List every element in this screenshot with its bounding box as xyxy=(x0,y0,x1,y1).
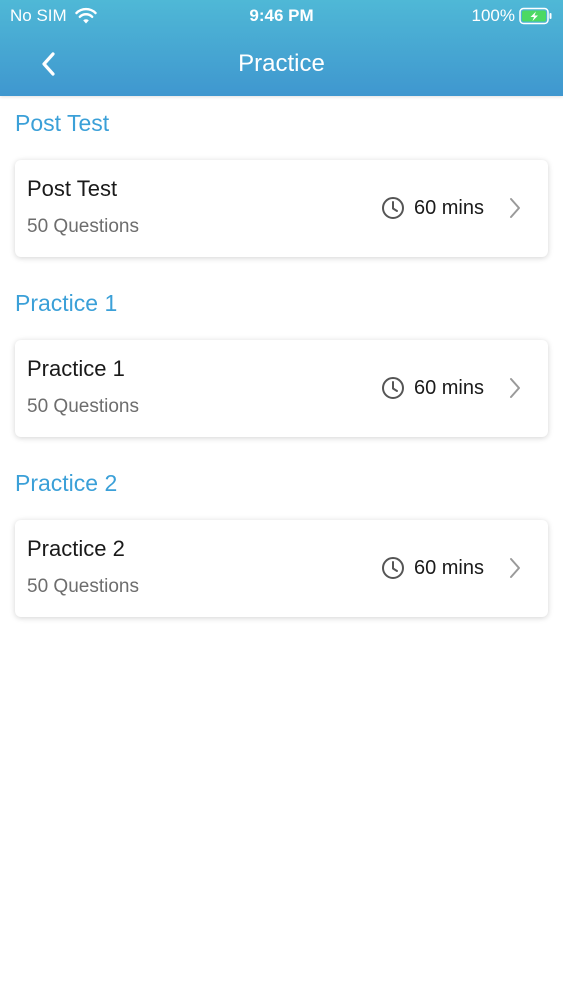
duration-label: 60 mins xyxy=(413,376,484,399)
page-title: Practice xyxy=(238,50,325,77)
card-duration: 60 mins xyxy=(381,196,522,220)
chevron-right-icon xyxy=(510,558,520,578)
section-post-test: Post Test Post Test 50 Questions 60 mins xyxy=(0,96,563,276)
card-title: Post Test xyxy=(27,176,118,201)
question-count: 50 Questions xyxy=(27,576,139,597)
clock-icon xyxy=(381,377,404,399)
card-duration: 60 mins xyxy=(381,376,522,400)
chevron-right-icon xyxy=(510,198,520,218)
app-header: No SIM 9:46 PM 100% Practice xyxy=(0,0,563,96)
clock-icon xyxy=(381,557,404,579)
card-title: Practice 1 xyxy=(27,356,125,381)
question-count: 50 Questions xyxy=(27,396,139,417)
practice-list: Post Test Post Test 50 Questions 60 mins… xyxy=(0,96,563,636)
test-card-practice-1[interactable]: Practice 1 50 Questions 60 mins xyxy=(15,340,548,437)
duration-label: 60 mins xyxy=(413,556,484,579)
status-bar: No SIM 9:46 PM 100% xyxy=(0,0,563,32)
section-title: Practice 1 xyxy=(15,290,118,316)
battery-indicator: 100% xyxy=(472,6,553,26)
section-title: Post Test xyxy=(15,110,110,136)
battery-charging-icon xyxy=(519,7,552,25)
section-practice-2: Practice 2 Practice 2 50 Questions 60 mi… xyxy=(0,456,563,636)
navigation-bar: Practice xyxy=(0,32,563,96)
section-practice-1: Practice 1 Practice 1 50 Questions 60 mi… xyxy=(0,276,563,456)
chevron-right-icon xyxy=(510,378,520,398)
battery-percent: 100% xyxy=(471,6,515,25)
card-duration: 60 mins xyxy=(381,556,522,580)
test-card-practice-2[interactable]: Practice 2 50 Questions 60 mins xyxy=(15,520,548,617)
duration-label: 60 mins xyxy=(413,196,484,219)
card-title: Practice 2 xyxy=(27,536,125,561)
section-title: Practice 2 xyxy=(15,470,118,496)
test-card-post-test[interactable]: Post Test 50 Questions 60 mins xyxy=(15,160,548,257)
question-count: 50 Questions xyxy=(27,216,139,237)
clock-icon xyxy=(381,197,404,219)
